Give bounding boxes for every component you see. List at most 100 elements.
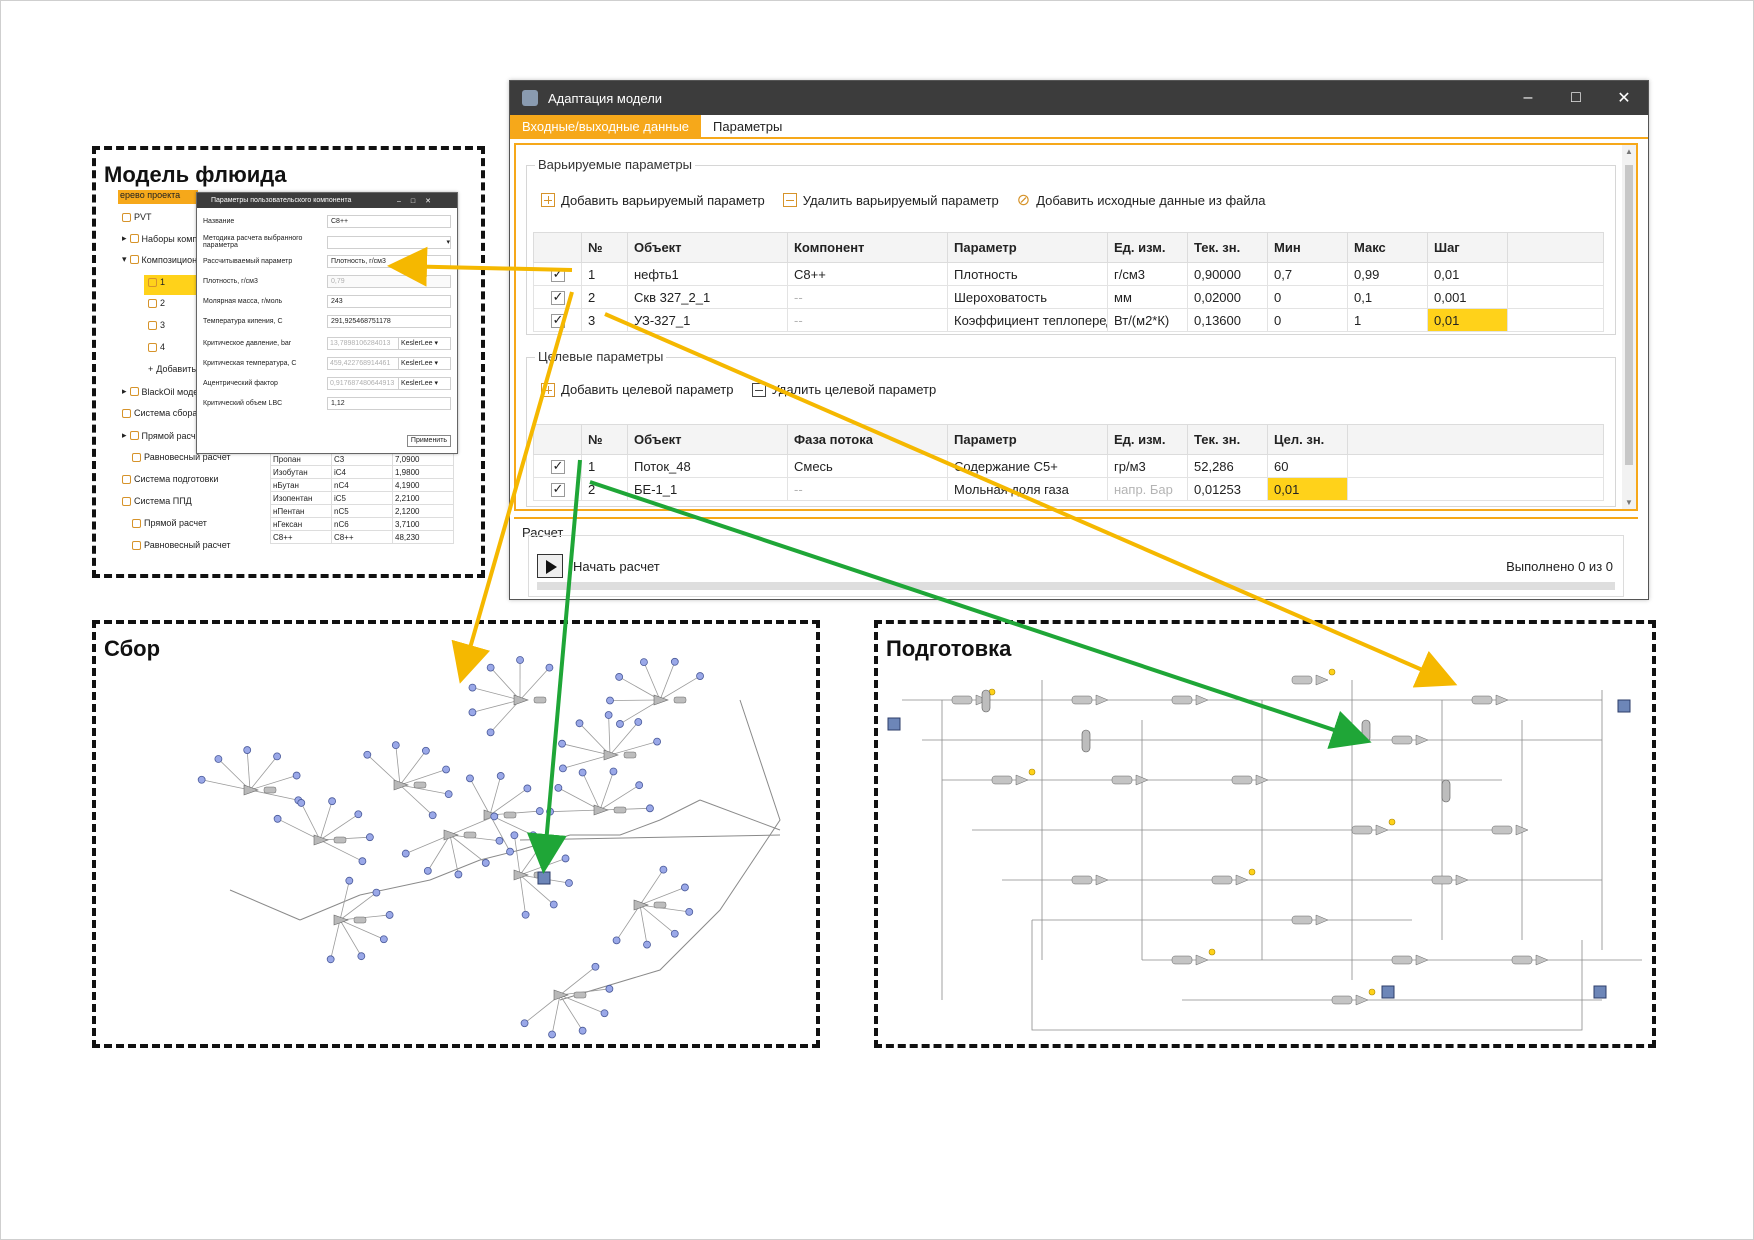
- table-cell[interactable]: Вт/(м2*К): [1107, 308, 1188, 332]
- table-cell[interactable]: Шероховатость: [947, 285, 1108, 309]
- tree-item-preparation[interactable]: Система подготовки: [122, 474, 218, 484]
- table-row[interactable]: 1нефть1C8++Плотностьг/см30,900000,70,990…: [533, 262, 1604, 286]
- table-cell[interactable]: 0,90000: [1187, 262, 1268, 286]
- table-cell[interactable]: 0,01: [1427, 262, 1508, 286]
- row-checkbox-cell[interactable]: [533, 454, 582, 478]
- table-cell[interactable]: 0,01: [1427, 308, 1508, 332]
- checkbox-icon[interactable]: [550, 289, 565, 305]
- method-select[interactable]: KeslerLee ▾: [398, 338, 450, 349]
- dialog-field-value[interactable]: 13,7898106284013 KeslerLee ▾: [327, 337, 451, 350]
- add-from-file-button[interactable]: ⊘ Добавить исходные данные из файла: [1017, 190, 1266, 210]
- column-header[interactable]: Фаза потока: [787, 424, 948, 455]
- table-cell[interactable]: Скв 327_2_1: [627, 285, 788, 309]
- table-cell[interactable]: Поток_48: [627, 454, 788, 478]
- table-cell[interactable]: Плотность: [947, 262, 1108, 286]
- tree-item-blackoil[interactable]: ▸ BlackOil моде: [122, 386, 198, 397]
- column-header[interactable]: Цел. зн.: [1267, 424, 1348, 455]
- column-header[interactable]: Шаг: [1427, 232, 1508, 263]
- dialog-field-value[interactable]: 459,422768914461 KeslerLee ▾: [327, 357, 451, 370]
- table-cell[interactable]: мм: [1107, 285, 1188, 309]
- tree-item-4[interactable]: 4: [148, 342, 165, 352]
- table-cell[interactable]: напр. Бар: [1107, 477, 1188, 501]
- table-cell[interactable]: 60: [1267, 454, 1348, 478]
- table-cell[interactable]: 0,1: [1347, 285, 1428, 309]
- dialog-field-value[interactable]: 243: [327, 295, 451, 308]
- tree-item-3[interactable]: 3: [148, 320, 165, 330]
- table-cell[interactable]: Содержание С5+: [947, 454, 1108, 478]
- table-cell[interactable]: --: [787, 477, 948, 501]
- scroll-thumb[interactable]: [1625, 165, 1633, 465]
- component-row[interactable]: нГексан nC6 3,7100: [270, 517, 454, 531]
- table-cell[interactable]: C8++: [787, 262, 948, 286]
- tab-parameters[interactable]: Параметры: [701, 115, 794, 137]
- maximize-icon[interactable]: □: [1552, 89, 1600, 107]
- table-cell[interactable]: 52,286: [1187, 454, 1268, 478]
- component-row[interactable]: C8++ C8++ 48,230: [270, 530, 454, 544]
- table-cell[interactable]: 0: [1267, 308, 1348, 332]
- dialog-field-value[interactable]: 1,12: [327, 397, 451, 410]
- table-cell[interactable]: Коэффициент теплоперед: [947, 308, 1108, 332]
- component-row[interactable]: нБутан nC4 4,1900: [270, 478, 454, 492]
- tree-item-ppd[interactable]: Система ППД: [122, 496, 192, 506]
- table-cell[interactable]: Смесь: [787, 454, 948, 478]
- apply-button[interactable]: Применить: [407, 435, 451, 447]
- column-header[interactable]: Мин: [1267, 232, 1348, 263]
- column-header[interactable]: Компонент: [787, 232, 948, 263]
- row-checkbox-cell[interactable]: [533, 285, 582, 309]
- table-cell[interactable]: 0,001: [1427, 285, 1508, 309]
- close-icon[interactable]: ✕: [1600, 88, 1648, 108]
- table-cell[interactable]: 2: [581, 477, 628, 501]
- remove-varied-param-button[interactable]: Удалить варьируемый параметр: [782, 193, 999, 208]
- column-header[interactable]: Тек. зн.: [1187, 424, 1268, 455]
- vertical-scrollbar[interactable]: ▲ ▼: [1622, 145, 1636, 509]
- table-cell[interactable]: 0,01253: [1187, 477, 1268, 501]
- table-cell[interactable]: 1: [581, 454, 628, 478]
- scroll-up-icon[interactable]: ▲: [1625, 147, 1633, 156]
- dialog-field-value[interactable]: ▾: [327, 235, 451, 249]
- tree-item-direct[interactable]: ▸ Прямой расч: [122, 430, 196, 441]
- table-row[interactable]: 3УЗ-327_1--Коэффициент теплопередВт/(м2*…: [533, 308, 1604, 332]
- checkbox-icon[interactable]: [550, 458, 565, 474]
- tree-item-direct-2[interactable]: Прямой расчет: [132, 518, 207, 528]
- checkbox-icon[interactable]: [550, 266, 565, 282]
- play-icon[interactable]: [537, 554, 563, 578]
- checkbox-icon[interactable]: [550, 481, 565, 497]
- table-cell[interactable]: 0,99: [1347, 262, 1428, 286]
- dialog-field-value[interactable]: 0,79: [327, 275, 451, 288]
- column-header[interactable]: Макс: [1347, 232, 1428, 263]
- table-cell[interactable]: 3: [581, 308, 628, 332]
- tree-item-sets[interactable]: ▸ Наборы комп: [122, 233, 197, 244]
- table-cell[interactable]: УЗ-327_1: [627, 308, 788, 332]
- minimize-icon[interactable]: –: [1504, 89, 1552, 107]
- tree-item-2[interactable]: 2: [148, 298, 165, 308]
- method-select[interactable]: KeslerLee ▾: [398, 358, 450, 369]
- method-select[interactable]: KeslerLee ▾: [398, 378, 450, 389]
- table-cell[interactable]: --: [787, 308, 948, 332]
- column-header[interactable]: №: [581, 424, 628, 455]
- component-row[interactable]: Изобутан iC4 1,9800: [270, 465, 454, 479]
- column-header[interactable]: Параметр: [947, 424, 1108, 455]
- table-cell[interactable]: --: [787, 285, 948, 309]
- row-checkbox-cell[interactable]: [533, 262, 582, 286]
- table-cell[interactable]: 2: [581, 285, 628, 309]
- checkbox-icon[interactable]: [550, 312, 565, 328]
- table-cell[interactable]: 0,13600: [1187, 308, 1268, 332]
- column-header[interactable]: Тек. зн.: [1187, 232, 1268, 263]
- table-row[interactable]: 2Скв 327_2_1--Шероховатостьмм0,0200000,1…: [533, 285, 1604, 309]
- table-cell[interactable]: 0,01: [1267, 477, 1348, 501]
- add-varied-param-button[interactable]: Добавить варьируемый параметр: [541, 193, 765, 208]
- tree-item-add[interactable]: + Добавить: [148, 364, 196, 374]
- table-cell[interactable]: нефть1: [627, 262, 788, 286]
- table-cell[interactable]: 1: [1347, 308, 1428, 332]
- table-cell[interactable]: Мольная доля газа: [947, 477, 1108, 501]
- dialog-field-value[interactable]: C8++: [327, 215, 451, 228]
- column-header[interactable]: Ед. изм.: [1107, 424, 1188, 455]
- row-checkbox-cell[interactable]: [533, 308, 582, 332]
- tree-item-1[interactable]: 1: [148, 277, 165, 287]
- remove-target-param-button[interactable]: Удалить целевой параметр: [751, 382, 936, 397]
- tree-item-pvt[interactable]: PVT: [122, 212, 152, 222]
- table-cell[interactable]: 1: [581, 262, 628, 286]
- tree-item-collection[interactable]: Система сбора: [122, 408, 197, 418]
- dialog-window-controls[interactable]: –□✕: [397, 197, 457, 205]
- start-calc-button[interactable]: Начать расчет: [573, 559, 660, 574]
